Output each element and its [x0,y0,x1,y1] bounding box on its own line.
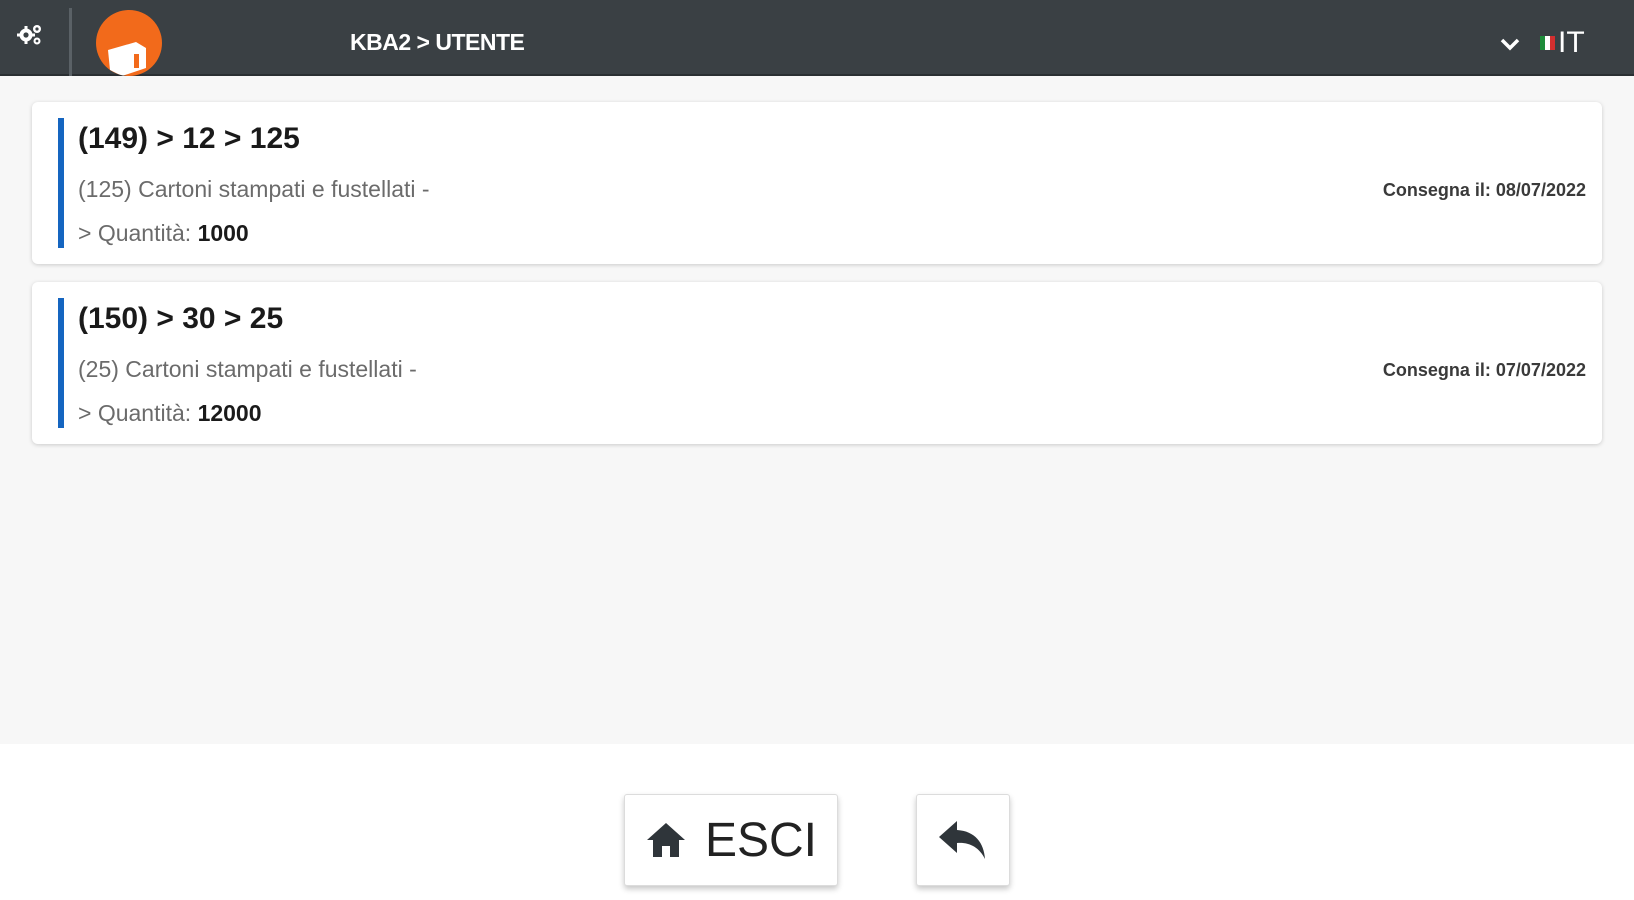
language-dropdown-toggle[interactable] [1496,30,1524,58]
quantity-label: > Quantità: [78,220,198,246]
footer-bar: ESCI [0,744,1634,900]
order-description: (25) Cartoni stampati e fustellati - [78,356,417,382]
top-bar: KBA2 > UTENTE IT [0,0,1634,76]
order-title: (150) > 30 > 25 [78,302,284,335]
quantity-value: 1000 [197,220,249,246]
exit-button[interactable]: ESCI [624,794,838,886]
quantity-label: > Quantità: [78,400,198,426]
order-description: (125) Cartoni stampati e fustellati - [78,176,430,202]
italy-flag-icon [1540,36,1555,50]
chevron-down-icon [1500,38,1520,51]
order-card[interactable]: (150) > 30 > 25 (25) Cartoni stampati e … [32,282,1602,444]
delivery-date: Consegna il: 07/07/2022 [1382,360,1586,380]
back-button[interactable] [916,794,1010,886]
order-quantity: > Quantità: 12000 [78,400,262,427]
header-divider [69,8,72,76]
home-icon [646,823,685,857]
card-accent-bar [58,298,64,428]
delivery-date: Consegna il: 08/07/2022 [1382,180,1586,200]
order-quantity: > Quantità: 1000 [78,220,249,247]
exit-button-label: ESCI [704,813,818,867]
reply-arrow-icon [939,821,985,859]
logo-icon [96,10,162,76]
gears-icon [17,25,41,45]
card-accent-bar [58,118,64,248]
breadcrumb: KBA2 > UTENTE [350,29,525,55]
settings-button[interactable] [10,16,50,56]
language-selector[interactable]: IT [1558,26,1585,60]
quantity-value: 12000 [197,400,262,426]
order-title: (149) > 12 > 125 [78,122,300,155]
order-card[interactable]: (149) > 12 > 125 (125) Cartoni stampati … [32,102,1602,264]
